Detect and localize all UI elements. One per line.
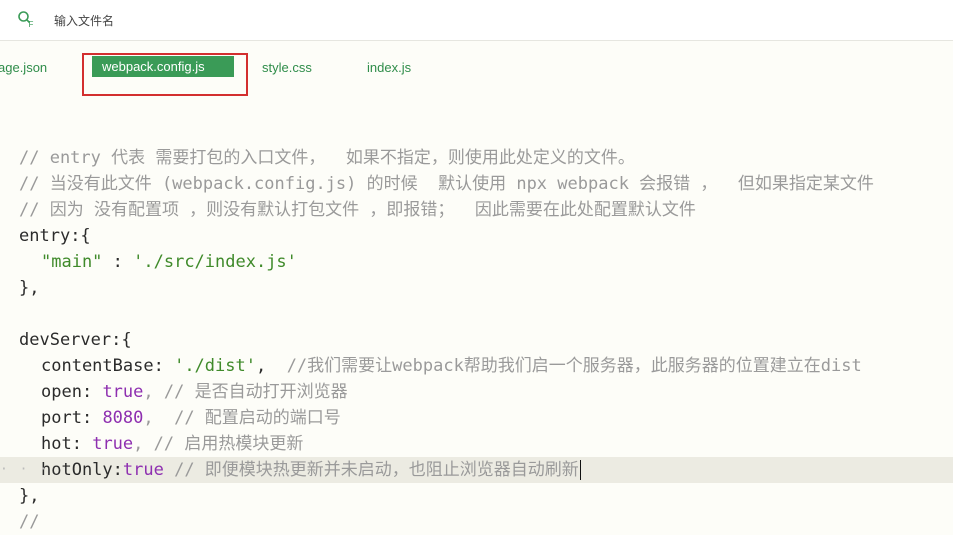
- code-line-8: devServer:{: [19, 330, 132, 350]
- code-line-5: "main" : './src/index.js': [41, 252, 297, 272]
- code-line-2: // 当没有此文件 (webpack.config.js) 的时候 默认使用 n…: [19, 174, 874, 194]
- code-line-13-current: · · · hotOnly:true // 即便模块热更新并未启动，也阻止浏览器自…: [0, 457, 953, 483]
- search-file-icon[interactable]: F: [17, 10, 35, 28]
- code-line-6: },: [19, 278, 40, 298]
- indent-guide-dots: · · ·: [0, 462, 50, 477]
- annotation-highlight-box: [82, 53, 248, 96]
- file-search-bar: F: [0, 0, 953, 41]
- code-line-11: port: 8080, // 配置启动的端口号: [41, 408, 341, 428]
- text-cursor: [579, 460, 581, 480]
- code-line-9: contentBase: './dist', //我们需要让webpack帮助我…: [41, 356, 862, 376]
- code-line-10: open: true, // 是否自动打开浏览器: [41, 382, 348, 402]
- code-line-3: // 因为 没有配置项 ，则没有默认打包文件 ，即报错； 因此需要在此处配置默认…: [19, 200, 696, 220]
- tab-package-json[interactable]: age.json: [0, 58, 47, 78]
- file-search-input[interactable]: [52, 9, 476, 33]
- code-line-4: entry:{: [19, 226, 91, 246]
- svg-text:F: F: [29, 20, 34, 28]
- code-line-14: },: [19, 486, 40, 506]
- code-line-12: hot: true, // 启用热模块更新: [41, 434, 304, 454]
- tab-index-js[interactable]: index.js: [367, 58, 411, 78]
- tab-style-css[interactable]: style.css: [262, 58, 312, 78]
- code-line-1: // entry 代表 需要打包的入口文件， 如果不指定，则使用此处定义的文件。: [19, 148, 635, 168]
- code-line-15: //: [19, 512, 40, 532]
